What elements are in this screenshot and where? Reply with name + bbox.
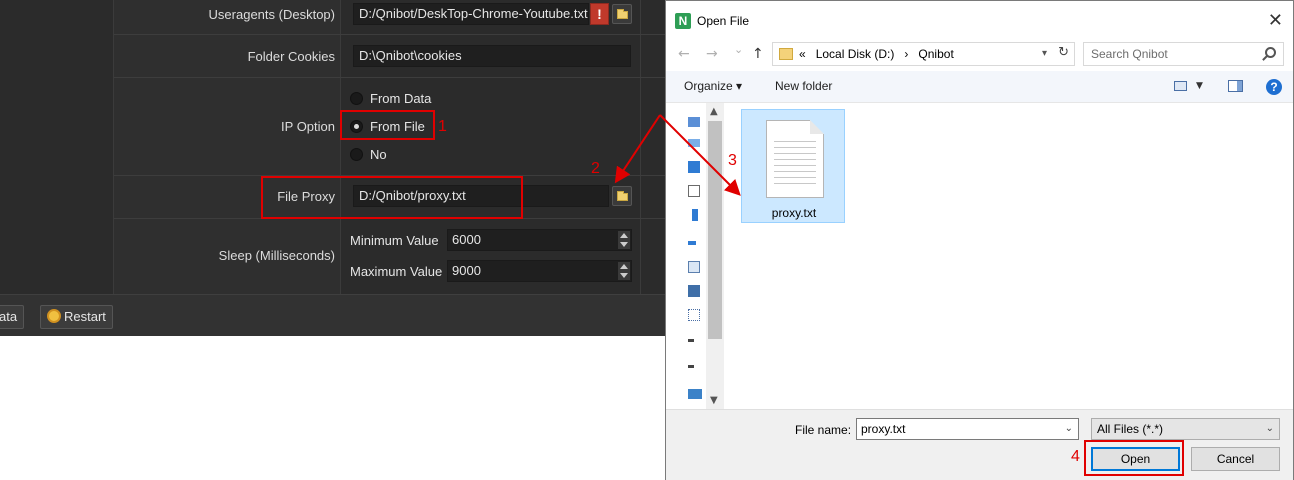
annotation-arrow-to-browse: [614, 114, 661, 184]
screen: Useragents (Desktop) D:/Qnibot/DeskTop-C…: [0, 0, 1294, 480]
annotation-arrows: [614, 114, 741, 196]
annotation-arrow-to-file: [659, 114, 741, 196]
